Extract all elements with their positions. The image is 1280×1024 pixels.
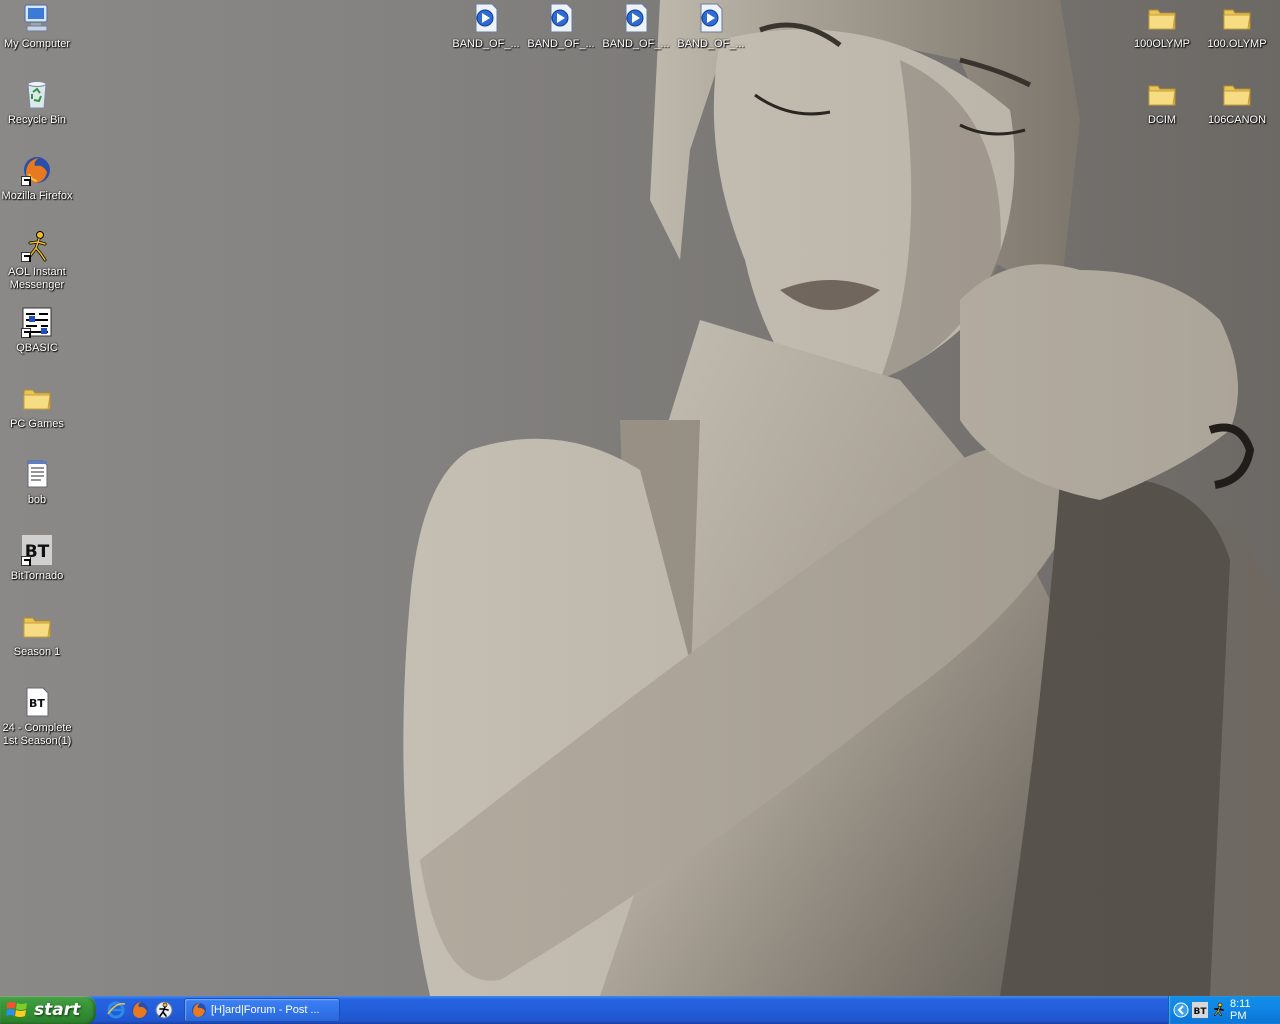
icon-label: BitTornado — [10, 570, 64, 582]
svg-text:BT: BT — [29, 697, 45, 710]
folder-icon — [21, 610, 53, 642]
media-file-icon — [620, 2, 652, 34]
aim-icon — [21, 230, 53, 262]
desktop-icon-pc-games[interactable]: PC Games — [0, 382, 74, 431]
icon-label: 106CANON — [1207, 114, 1267, 126]
shortcut-arrow-icon — [21, 252, 31, 262]
show-hidden-icons-chevron-icon[interactable] — [1173, 1002, 1189, 1018]
qbasic-icon — [21, 306, 53, 338]
aim-tray-icon[interactable] — [1211, 1002, 1227, 1018]
torrent-file-icon: BT — [21, 686, 53, 718]
icon-label: BAND_OF_... — [452, 38, 520, 50]
internet-explorer-icon[interactable] — [106, 1000, 126, 1020]
folder-icon — [1146, 78, 1178, 110]
icon-label: AOL Instant Messenger — [8, 266, 66, 291]
icon-label: BAND_OF_... — [527, 38, 595, 50]
desktop-icon-qbasic[interactable]: QBASIC — [0, 306, 74, 355]
text-document-icon — [21, 458, 53, 490]
folder-icon — [1221, 78, 1253, 110]
desktop-icon-season-1[interactable]: Season 1 — [0, 610, 74, 659]
icon-label: BAND_OF_... — [602, 38, 670, 50]
desktop-icon-band-of-3[interactable]: BAND_OF_... — [599, 2, 673, 51]
desktop-icon-106canon[interactable]: 106CANON — [1200, 78, 1274, 127]
icon-label: QBASIC — [16, 342, 58, 354]
desktop-icon-band-of-1[interactable]: BAND_OF_... — [449, 2, 523, 51]
desktop-wallpaper — [0, 0, 1280, 996]
clock[interactable]: 8:11 PM — [1230, 998, 1270, 1022]
icon-label: BAND_OF_... — [677, 38, 745, 50]
icon-label: bob — [27, 494, 47, 506]
folder-icon — [1221, 2, 1253, 34]
icon-label: 100.OLYMP — [1207, 38, 1267, 50]
system-tray: BT 8:11 PM — [1168, 996, 1280, 1024]
start-button[interactable]: start — [0, 996, 96, 1024]
media-file-icon — [545, 2, 577, 34]
icon-label: 100OLYMP — [1133, 38, 1191, 50]
icon-label: PC Games — [10, 418, 64, 430]
bittornado-tray-icon[interactable]: BT — [1192, 1002, 1208, 1018]
aim-icon[interactable] — [154, 1000, 174, 1020]
media-file-icon — [470, 2, 502, 34]
icon-label: Recycle Bin — [7, 114, 67, 126]
taskbar-button-label: [H]ard|Forum - Post ... — [211, 1004, 320, 1016]
icon-label: My Computer — [3, 38, 71, 50]
wallpaper-figure — [0, 0, 1280, 996]
desktop-icon-recycle-bin[interactable]: Recycle Bin — [0, 78, 74, 127]
start-label: start — [34, 1000, 81, 1020]
desktop-icon-24-complete-1st-season[interactable]: BT 24 - Complete 1st Season(1) — [0, 686, 74, 748]
taskbar: start [H]ard|Forum - Post ... BT 8:11 PM — [0, 996, 1280, 1024]
icon-label: Mozilla Firefox — [1, 190, 73, 202]
firefox-icon — [191, 1002, 207, 1018]
desktop-icon-band-of-2[interactable]: BAND_OF_... — [524, 2, 598, 51]
bittornado-icon: BT — [21, 534, 53, 566]
taskbar-buttons: [H]ard|Forum - Post ... — [184, 998, 340, 1022]
shortcut-arrow-icon — [21, 176, 31, 186]
folder-icon — [21, 382, 53, 414]
desktop-icon-aol-instant-messenger[interactable]: AOL Instant Messenger — [0, 230, 74, 292]
shortcut-arrow-icon — [21, 556, 31, 566]
shortcut-arrow-icon — [21, 328, 31, 338]
windows-logo-icon — [6, 1002, 27, 1017]
desktop-icon-bob[interactable]: bob — [0, 458, 74, 507]
media-file-icon — [695, 2, 727, 34]
desktop-icon-band-of-4[interactable]: BAND_OF_... — [674, 2, 748, 51]
desktop-icon-bittornado[interactable]: BT BitTornado — [0, 534, 74, 583]
icon-label: 24 - Complete 1st Season(1) — [2, 722, 72, 747]
desktop-icon-my-computer[interactable]: My Computer — [0, 2, 74, 51]
firefox-icon[interactable] — [130, 1000, 150, 1020]
firefox-icon — [21, 154, 53, 186]
desktop-icon-dcim[interactable]: DCIM — [1125, 78, 1199, 127]
my-computer-icon — [21, 2, 53, 34]
folder-icon — [1146, 2, 1178, 34]
recycle-bin-icon — [21, 78, 53, 110]
taskbar-button-hardforum[interactable]: [H]ard|Forum - Post ... — [184, 998, 340, 1022]
desktop-icon-mozilla-firefox[interactable]: Mozilla Firefox — [0, 154, 74, 203]
icon-label: Season 1 — [13, 646, 61, 658]
desktop-icon-100-olymp[interactable]: 100.OLYMP — [1200, 2, 1274, 51]
desktop-icon-100olymp[interactable]: 100OLYMP — [1125, 2, 1199, 51]
quick-launch-bar — [106, 1000, 174, 1020]
icon-label: DCIM — [1147, 114, 1177, 126]
svg-text:BT: BT — [1194, 1007, 1208, 1017]
